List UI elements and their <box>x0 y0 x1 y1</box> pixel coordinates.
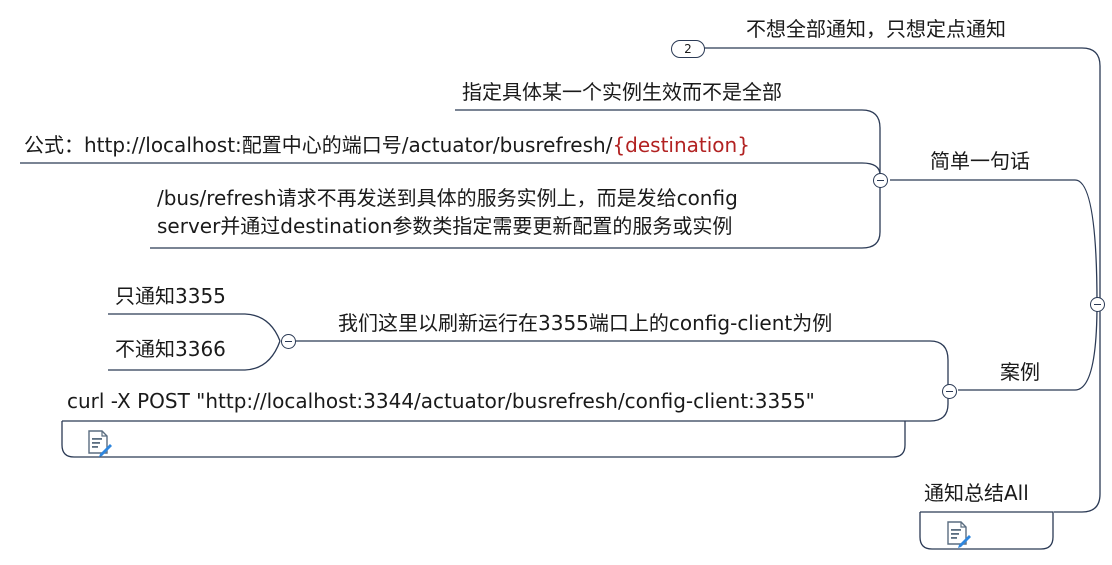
formula-destination: {destination} <box>612 133 750 157</box>
node-not-notify-3366[interactable]: 不通知3366 <box>115 337 226 361</box>
node-curl-command[interactable]: curl -X POST "http://localhost:3344/actu… <box>67 389 815 413</box>
curl-note-box <box>61 421 906 458</box>
node-formula[interactable]: 公式：http://localhost:配置中心的端口号/actuator/bu… <box>24 133 750 157</box>
collapse-toggle-simple-summary[interactable] <box>873 173 888 188</box>
note-icon[interactable] <box>86 429 112 457</box>
topic-case[interactable]: 案例 <box>1000 360 1040 384</box>
node-example-refresh[interactable]: 我们这里以刷新运行在3355端口上的config-client为例 <box>338 311 832 335</box>
node-notify-3355[interactable]: 只通知3355 <box>115 284 226 308</box>
topic-notify-summary[interactable]: 通知总结All <box>924 481 1029 505</box>
collapse-toggle-example[interactable] <box>281 334 296 349</box>
simple-summary-connector <box>890 179 1098 305</box>
collapse-toggle-case[interactable] <box>942 384 957 399</box>
node-specific-instance[interactable]: 指定具体某一个实例生效而不是全部 <box>462 80 782 104</box>
note-icon[interactable] <box>945 520 971 548</box>
node-explanation[interactable]: /bus/refresh请求不再发送到具体的服务实例上，而是发给config s… <box>157 184 738 240</box>
spine-connector <box>703 47 1101 513</box>
collapse-toggle-spine[interactable] <box>1090 297 1105 312</box>
collapsed-count-badge[interactable]: 2 <box>671 40 705 58</box>
formula-connector <box>20 162 881 176</box>
node-no-full-notify[interactable]: 不想全部通知，只想定点通知 <box>746 17 1006 41</box>
summary-note-box <box>919 511 1054 550</box>
topic-simple-summary[interactable]: 简单一句话 <box>930 149 1030 173</box>
formula-prefix: 公式：http://localhost:配置中心的端口号/actuator/bu… <box>24 133 613 157</box>
